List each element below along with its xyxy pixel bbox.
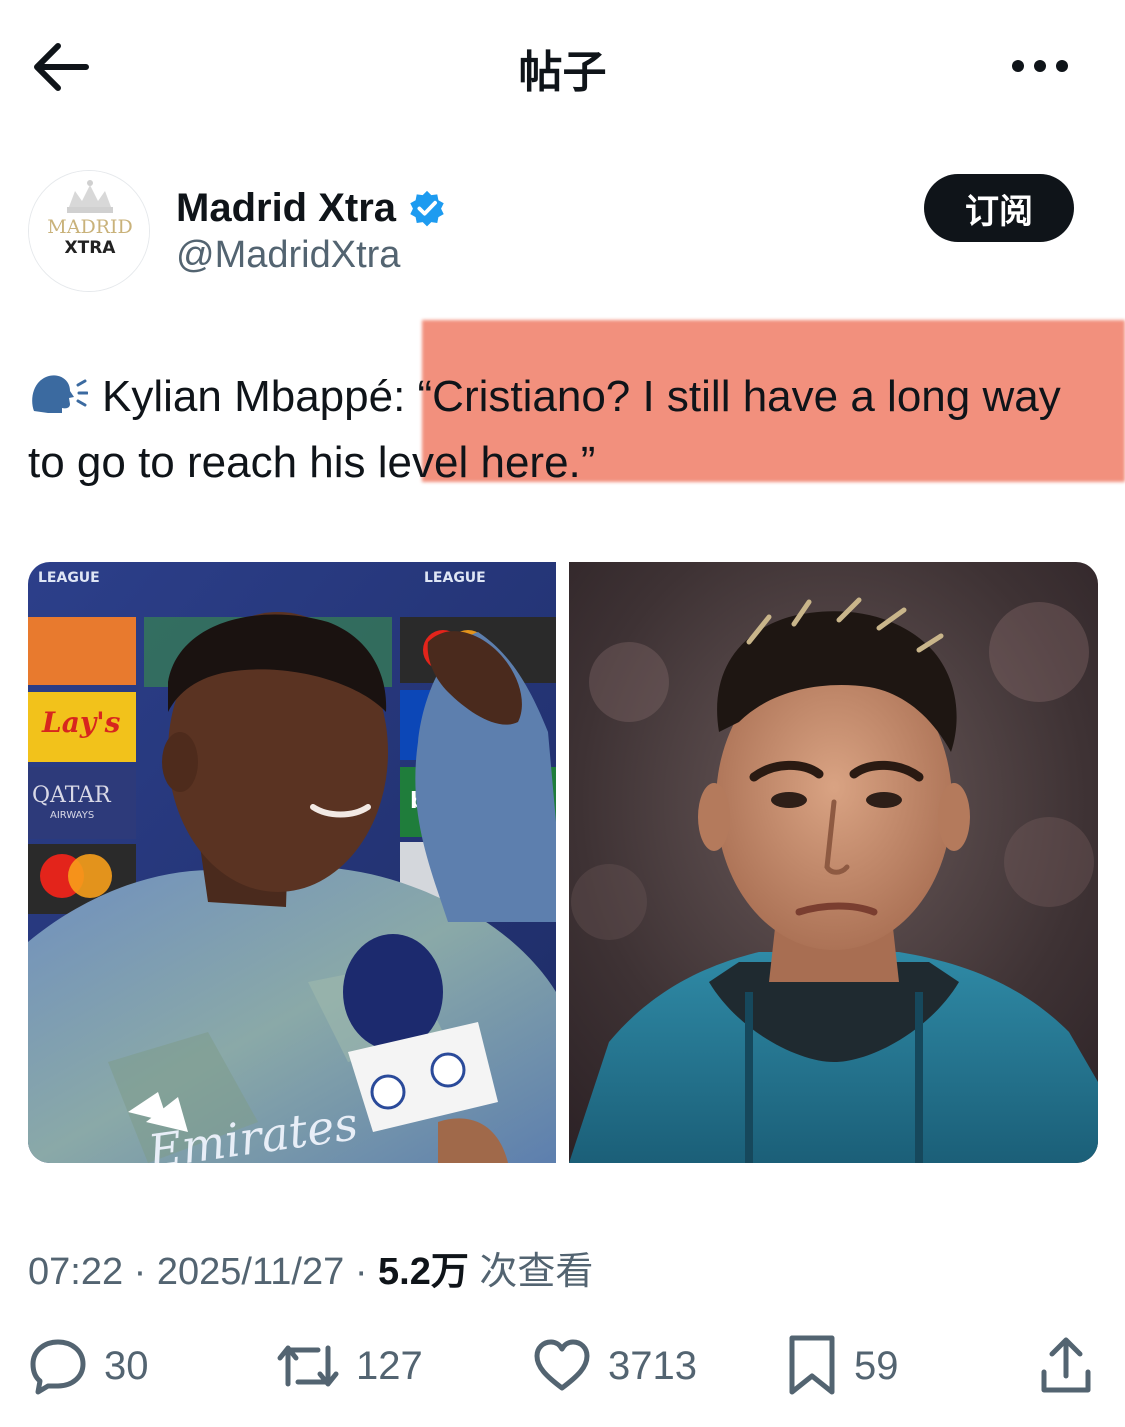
league-label-left: LEAGUE: [38, 570, 100, 586]
retweet-button[interactable]: 127: [276, 1330, 423, 1402]
tweet-date: 2025/11/27: [156, 1251, 345, 1293]
page-title: 帖子: [518, 47, 607, 98]
bookmark-count: 59: [854, 1343, 899, 1388]
bookmark-button[interactable]: 59: [786, 1330, 899, 1402]
bookmark-icon: [789, 1335, 835, 1395]
more-dots-icon: [1012, 60, 1068, 72]
speaking-head-icon: [32, 375, 88, 413]
reply-icon: [30, 1339, 86, 1395]
mbappe-interview-photo[interactable]: LEAGUE LEAGUE Lay's QATAR AIRWAYS bet365…: [28, 562, 556, 1163]
qatar-sign: QATAR: [32, 783, 112, 808]
like-count: 3713: [608, 1343, 697, 1388]
airways-sign: AIRWAYS: [50, 810, 94, 821]
lays-sign: Lay's: [41, 706, 121, 739]
league-label-right: LEAGUE: [424, 570, 486, 586]
views-count[interactable]: 5.2万: [378, 1251, 469, 1293]
meta-separator: ·: [133, 1251, 147, 1293]
action-bar: 30 127 3713 59: [0, 1330, 1125, 1410]
avatar-text-bottom: XTRA: [65, 238, 117, 258]
tweet-text: Kylian Mbappé: “Cristiano? I still have …: [28, 364, 1098, 496]
tweet-meta: 07:22 · 2025/11/27 · 5.2万 次查看: [28, 1240, 593, 1295]
views-label: 次查看: [479, 1251, 594, 1293]
tweet-body: Kylian Mbappé: “Cristiano? I still have …: [28, 372, 1061, 487]
reply-button[interactable]: 30: [28, 1330, 149, 1402]
tweet-time: 07:22: [28, 1251, 124, 1293]
heart-icon: [534, 1339, 590, 1391]
verified-badge-icon: [410, 190, 444, 227]
avatar[interactable]: MADRID XTRA: [28, 170, 150, 292]
reply-count: 30: [104, 1343, 149, 1388]
retweet-count: 127: [356, 1343, 423, 1388]
share-icon: [1041, 1337, 1091, 1393]
author-name[interactable]: Madrid Xtra: [176, 186, 396, 231]
author-handle[interactable]: @MadridXtra: [176, 234, 400, 277]
top-bar: 帖子: [0, 0, 1125, 130]
avatar-text-top: MADRID: [47, 216, 132, 238]
ronaldo-portrait-photo[interactable]: [569, 562, 1098, 1163]
more-options-button[interactable]: [1004, 46, 1076, 86]
retweet-icon: [277, 1345, 339, 1387]
subscribe-button[interactable]: 订阅: [924, 174, 1074, 242]
like-button[interactable]: 3713: [532, 1330, 697, 1402]
meta-separator: ·: [354, 1251, 368, 1293]
share-button[interactable]: [1036, 1330, 1096, 1402]
author-name-row[interactable]: Madrid Xtra: [176, 180, 446, 236]
